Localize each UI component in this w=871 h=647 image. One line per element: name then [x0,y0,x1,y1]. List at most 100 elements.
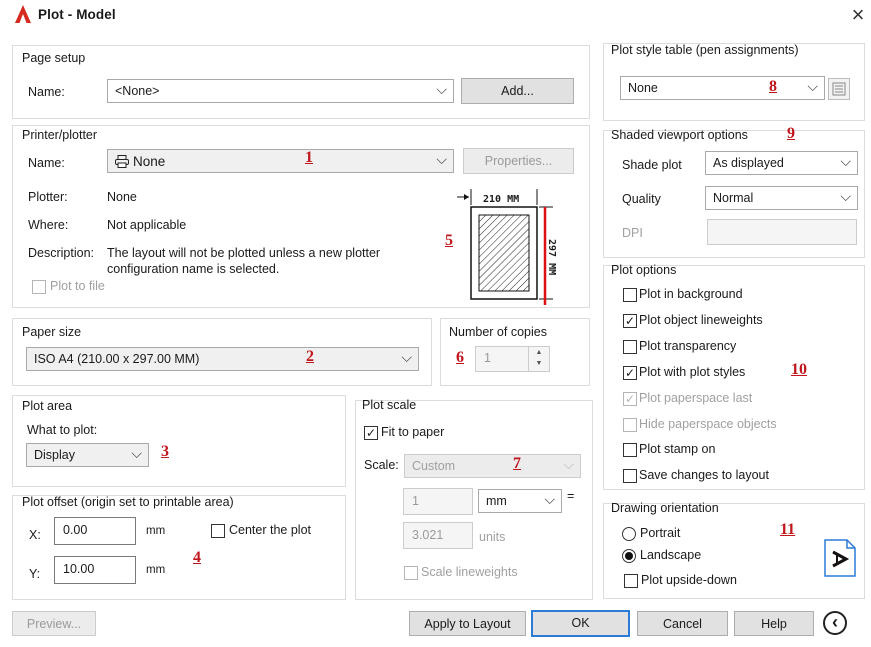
drawing-orientation-title: Drawing orientation [611,501,719,515]
annotation-2: 2 [306,348,314,365]
description-label: Description: [28,246,94,260]
printer-name-label: Name: [28,156,65,170]
scale-select[interactable]: Custom ⌵ [404,454,581,478]
chevron-up-icon[interactable]: ▲ [529,347,549,358]
annotation-1: 1 [305,149,313,166]
plot-option-label: Plot in background [639,287,743,301]
quality-value: Normal [713,191,754,205]
portrait-radio[interactable] [622,527,636,541]
plot-to-file-label: Plot to file [50,279,105,293]
autocad-logo-icon [14,4,32,24]
plot-option-row[interactable]: Hide paperspace objects [622,416,852,436]
selected-dot [625,552,633,560]
plot-option-row[interactable]: Plot transparency [622,338,852,358]
annotation-9: 9 [787,125,795,142]
plot-option-checkbox[interactable] [623,288,637,302]
scale-lineweights-checkbox[interactable] [404,566,418,580]
plot-style-table-select[interactable]: None ⌵ [620,76,825,100]
where-label: Where: [28,218,69,232]
scale-value-1-input[interactable]: 1 [403,488,473,515]
paper-size-select[interactable]: ISO A4 (210.00 x 297.00 MM) ⌵ [26,347,419,371]
fit-to-paper-checkbox[interactable]: ✓ [364,426,378,440]
landscape-radio[interactable] [622,549,636,563]
plot-option-row[interactable]: Plot stamp on [622,441,852,461]
plot-scale-title: Plot scale [362,398,417,412]
plot-option-label: Plot object lineweights [639,312,763,327]
apply-to-layout-button[interactable]: Apply to Layout [409,611,526,636]
printer-properties-button[interactable]: Properties... [463,148,574,174]
chevron-down-icon: ⌵ [436,81,447,97]
what-to-plot-label: What to plot: [27,423,98,437]
x-offset-input[interactable]: 0.00 [54,517,136,545]
paper-size-value: ISO A4 (210.00 x 297.00 MM) [34,352,200,366]
page-setup-name-value: <None> [115,84,160,98]
chevron-down-icon: ⌵ [401,349,412,365]
shade-plot-select[interactable]: As displayed ⌵ [705,151,858,175]
annotation-3: 3 [161,443,169,460]
edit-plot-style-table-icon[interactable] [828,78,850,100]
copies-stepper[interactable]: ▲ ▼ [528,347,549,371]
close-icon[interactable]: × [848,2,868,28]
chevron-down-icon: ⌵ [544,491,555,507]
plot-option-checkbox[interactable] [623,469,637,484]
page-setup-title: Page setup [22,51,86,65]
chevron-down-icon: ⌵ [436,151,447,167]
plot-offset-group [12,495,346,600]
plot-option-label: Plot transparency [639,338,737,353]
plot-option-checkbox[interactable]: ✓ [623,391,637,406]
chevron-down-icon: ⌵ [840,153,851,169]
scale-unit-select[interactable]: mm ⌵ [478,489,562,513]
annotation-7: 7 [513,455,521,472]
plot-option-label: Hide paperspace objects [639,416,777,431]
what-to-plot-select[interactable]: Display ⌵ [26,443,149,467]
center-the-plot-label: Center the plot [229,523,311,537]
annotation-10: 10 [791,361,807,378]
plot-option-checkbox[interactable] [623,339,637,354]
cancel-button[interactable]: Cancel [637,611,728,636]
collapse-options-icon[interactable]: ‹ [823,611,847,635]
x-offset-unit: mm [146,525,166,537]
plot-option-checkbox[interactable]: ✓ [623,313,637,328]
printer-name-select[interactable]: None ⌵ [107,149,454,173]
plot-option-label: Save changes to layout [639,468,769,483]
plot-option-checkbox[interactable] [623,443,637,458]
plot-option-checkbox[interactable]: ✓ [623,365,637,380]
description-line-2: configuration name is selected. [107,262,280,276]
chevron-down-icon[interactable]: ▼ [529,358,549,369]
plot-option-label: Plot paperspace last [639,390,753,405]
plot-option-row[interactable]: Plot in background [622,286,852,306]
fit-to-paper-label: Fit to paper [381,425,445,439]
scale-equals: = [567,489,575,503]
dpi-label: DPI [622,226,643,240]
scale-value-2-input[interactable]: 3.021 [403,522,473,549]
dpi-input[interactable] [707,219,857,245]
center-the-plot-checkbox[interactable] [211,524,225,538]
plot-option-row[interactable]: ✓ Plot object lineweights [622,312,852,332]
plot-option-row[interactable]: ✓ Plot paperspace last [622,390,852,410]
annotation-5: 5 [445,232,453,249]
plot-option-row[interactable]: ✓ Plot with plot styles [622,364,852,384]
printer-plotter-title: Printer/plotter [22,128,98,142]
add-page-setup-button[interactable]: Add... [461,78,574,104]
shade-plot-value: As displayed [713,156,784,170]
printer-name-value: None [133,154,166,169]
ok-button[interactable]: OK [531,610,630,637]
what-to-plot-value: Display [34,448,75,462]
help-button[interactable]: Help [734,611,814,636]
plot-option-checkbox[interactable] [623,417,637,432]
plot-offset-title: Plot offset (origin set to printable are… [22,495,234,509]
plot-option-row[interactable]: Save changes to layout [622,467,852,487]
y-offset-label: Y: [29,567,41,581]
preview-button[interactable]: Preview... [12,611,96,636]
y-offset-input[interactable]: 10.00 [54,556,136,584]
plot-to-file-checkbox[interactable] [32,280,46,294]
plot-upside-down-checkbox[interactable] [624,574,638,588]
plot-style-table-title: Plot style table (pen assignments) [611,43,799,57]
title-bar: Plot - Model × [0,0,871,30]
portrait-label: Portrait [640,526,681,540]
page-setup-name-select[interactable]: <None> ⌵ [107,79,454,103]
printer-icon [115,155,129,171]
description-line-1: The layout will not be plotted unless a … [107,246,381,260]
scale-value: Custom [412,459,456,473]
quality-select[interactable]: Normal ⌵ [705,186,858,210]
